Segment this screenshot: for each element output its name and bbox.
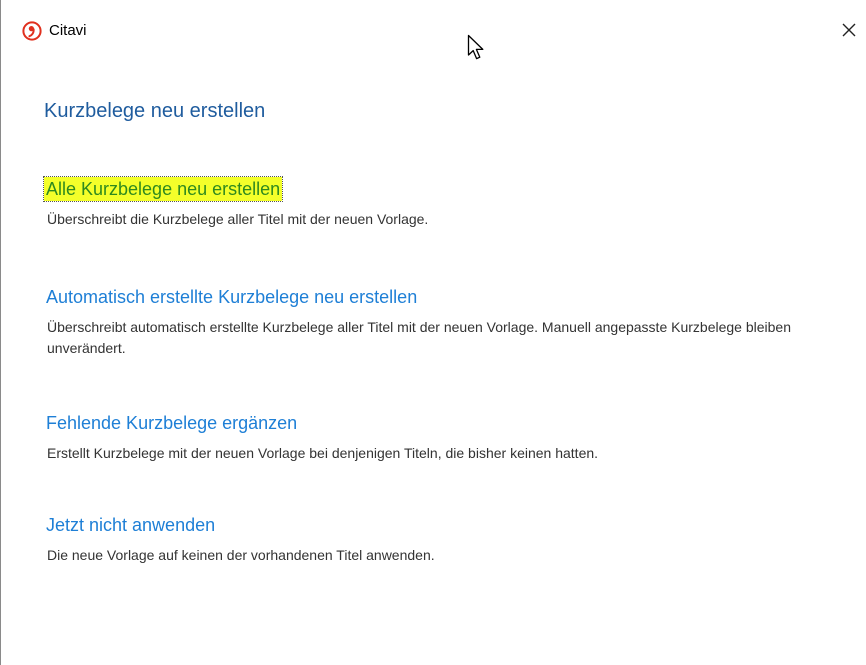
- option-rebuild-automatic: Automatisch erstellte Kurzbelege neu ers…: [44, 285, 807, 359]
- close-button[interactable]: [837, 18, 861, 42]
- option-not-now: Jetzt nicht anwenden Die neue Vorlage au…: [44, 513, 807, 566]
- dialog-heading: Kurzbelege neu erstellen: [44, 100, 266, 122]
- option-rebuild-automatic-link[interactable]: Automatisch erstellte Kurzbelege neu ers…: [44, 285, 419, 309]
- mouse-pointer-icon: [467, 34, 487, 62]
- option-rebuild-automatic-description: Überschreibt automatisch erstellte Kurzb…: [47, 319, 791, 356]
- window-title: Citavi: [49, 22, 87, 39]
- option-rebuild-all: Alle Kurzbelege neu erstellen Überschrei…: [42, 176, 807, 230]
- option-rebuild-all-description: Überschreibt die Kurzbelege aller Titel …: [47, 211, 429, 227]
- option-add-missing-description: Erstellt Kurzbelege mit der neuen Vorlag…: [47, 445, 599, 461]
- citavi-logo-icon: [22, 21, 42, 41]
- citavi-dialog-window: Citavi Kurzbelege neu erstellen Alle Kur…: [0, 0, 866, 665]
- option-add-missing-link[interactable]: Fehlende Kurzbelege ergänzen: [44, 411, 299, 435]
- title-bar: Citavi: [1, 0, 866, 60]
- close-icon: [842, 23, 856, 37]
- option-rebuild-all-link[interactable]: Alle Kurzbelege neu erstellen: [42, 176, 284, 202]
- option-add-missing: Fehlende Kurzbelege ergänzen Erstellt Ku…: [44, 411, 807, 464]
- option-not-now-link[interactable]: Jetzt nicht anwenden: [44, 513, 217, 537]
- option-not-now-description: Die neue Vorlage auf keinen der vorhande…: [47, 547, 435, 563]
